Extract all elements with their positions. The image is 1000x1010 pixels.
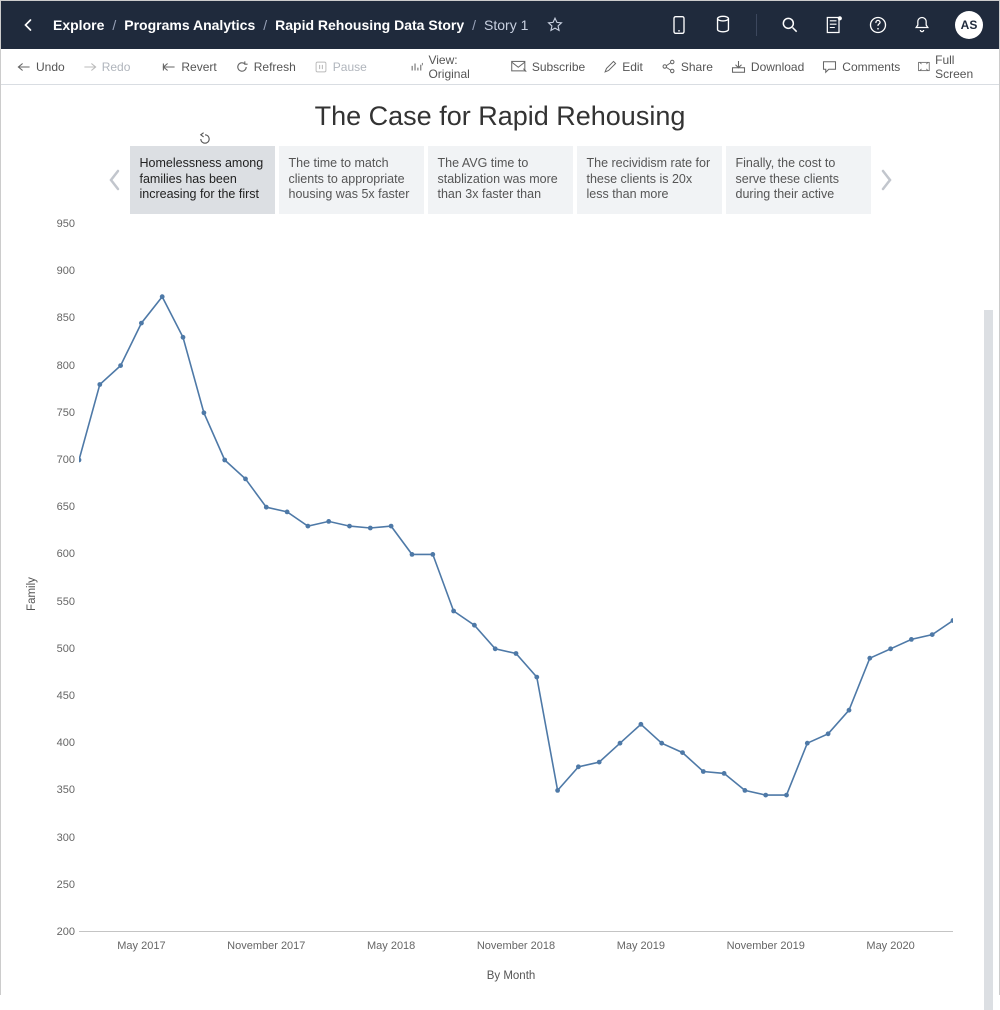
chart-area: Family 200250300350400450500550600650700… — [41, 224, 981, 964]
y-tick-label: 600 — [41, 548, 75, 560]
notifications-bell-icon[interactable] — [911, 14, 933, 36]
y-tick-label: 850 — [41, 312, 75, 324]
story-card[interactable]: The recividism rate for these clients is… — [577, 146, 722, 214]
back-arrow-icon[interactable] — [17, 14, 39, 36]
y-tick-label: 800 — [41, 360, 75, 372]
y-tick-label: 650 — [41, 501, 75, 513]
topbar-right-icons: AS — [668, 11, 983, 39]
pause-button[interactable]: Pause — [308, 57, 373, 77]
refresh-button[interactable]: Refresh — [229, 57, 302, 77]
breadcrumb-sep: / — [263, 17, 267, 33]
vertical-scrollbar[interactable] — [984, 310, 993, 1010]
x-tick-label: November 2019 — [727, 940, 805, 952]
chart-title: The Case for Rapid Rehousing — [1, 85, 999, 140]
star-favorite-icon[interactable] — [544, 14, 566, 36]
chart-plot[interactable]: 2002503003504004505005506006507007508008… — [79, 224, 953, 932]
y-tick-label: 700 — [41, 454, 75, 466]
undo-button[interactable]: Undo — [11, 57, 71, 77]
top-nav-bar: Explore / Programs Analytics / Rapid Reh… — [1, 1, 999, 49]
share-label: Share — [681, 60, 713, 74]
story-card[interactable]: The time to match clients to appropriate… — [279, 146, 424, 214]
story-point-nav: Homelessness among families has been inc… — [90, 146, 910, 214]
breadcrumb-level1[interactable]: Programs Analytics — [124, 17, 255, 33]
notes-icon[interactable] — [823, 14, 845, 36]
download-button[interactable]: Download — [725, 57, 810, 77]
x-tick-label: May 2019 — [617, 940, 665, 952]
x-tick-label: May 2018 — [367, 940, 415, 952]
device-preview-icon[interactable] — [668, 14, 690, 36]
breadcrumb-level2[interactable]: Rapid Rehousing Data Story — [275, 17, 464, 33]
share-button[interactable]: Share — [655, 56, 719, 77]
download-label: Download — [751, 60, 804, 74]
subscribe-label: Subscribe — [532, 60, 585, 74]
comments-label: Comments — [842, 60, 900, 74]
subscribe-button[interactable]: Subscribe — [505, 57, 591, 77]
story-card[interactable]: The AVG time to stablization was more th… — [428, 146, 573, 214]
edit-button[interactable]: Edit — [597, 57, 649, 77]
y-axis-title: Family — [26, 577, 38, 611]
topbar-divider — [756, 14, 757, 36]
x-axis-title: By Month — [487, 970, 536, 982]
y-tick-label: 450 — [41, 690, 75, 702]
y-tick-label: 950 — [41, 218, 75, 230]
y-tick-label: 550 — [41, 596, 75, 608]
user-avatar[interactable]: AS — [955, 11, 983, 39]
story-next-arrow-icon[interactable] — [875, 159, 897, 201]
y-tick-label: 350 — [41, 784, 75, 796]
y-tick-label: 200 — [41, 926, 75, 938]
undo-label: Undo — [36, 60, 65, 74]
x-tick-label: May 2017 — [117, 940, 165, 952]
x-tick-label: November 2018 — [477, 940, 555, 952]
story-cards-container: Homelessness among families has been inc… — [130, 146, 871, 214]
story-card[interactable]: Finally, the cost to serve these clients… — [726, 146, 871, 214]
main-content: The Case for Rapid Rehousing Homelessnes… — [1, 85, 999, 996]
fullscreen-button[interactable]: Full Screen — [912, 50, 989, 84]
y-tick-label: 400 — [41, 737, 75, 749]
redo-label: Redo — [102, 60, 131, 74]
search-icon[interactable] — [779, 14, 801, 36]
redo-button[interactable]: Redo — [77, 57, 137, 77]
x-tick-label: November 2017 — [227, 940, 305, 952]
help-icon[interactable] — [867, 14, 889, 36]
breadcrumb-sep: / — [472, 17, 476, 33]
revert-button[interactable]: Revert — [156, 57, 222, 77]
revert-label: Revert — [181, 60, 216, 74]
y-tick-label: 250 — [41, 879, 75, 891]
story-prev-arrow-icon[interactable] — [104, 159, 126, 201]
y-tick-label: 900 — [41, 265, 75, 277]
y-tick-label: 300 — [41, 832, 75, 844]
y-tick-label: 500 — [41, 643, 75, 655]
breadcrumb-root[interactable]: Explore — [53, 17, 104, 33]
data-source-icon[interactable] — [712, 14, 734, 36]
comments-button[interactable]: Comments — [816, 57, 906, 77]
reload-story-icon[interactable] — [198, 132, 212, 146]
refresh-label: Refresh — [254, 60, 296, 74]
breadcrumb-sep: / — [112, 17, 116, 33]
y-tick-label: 750 — [41, 407, 75, 419]
view-label: View: Original — [428, 53, 486, 81]
pause-label: Pause — [333, 60, 367, 74]
breadcrumb-story: Story 1 — [484, 17, 528, 33]
breadcrumb: Explore / Programs Analytics / Rapid Reh… — [53, 14, 668, 36]
fullscreen-label: Full Screen — [935, 53, 983, 81]
x-tick-label: May 2020 — [866, 940, 914, 952]
story-card[interactable]: Homelessness among families has been inc… — [130, 146, 275, 214]
edit-label: Edit — [622, 60, 643, 74]
view-menu[interactable]: View: Original — [405, 50, 493, 84]
secondary-toolbar: Undo Redo Revert Refresh Pause View: Ori… — [1, 49, 999, 85]
